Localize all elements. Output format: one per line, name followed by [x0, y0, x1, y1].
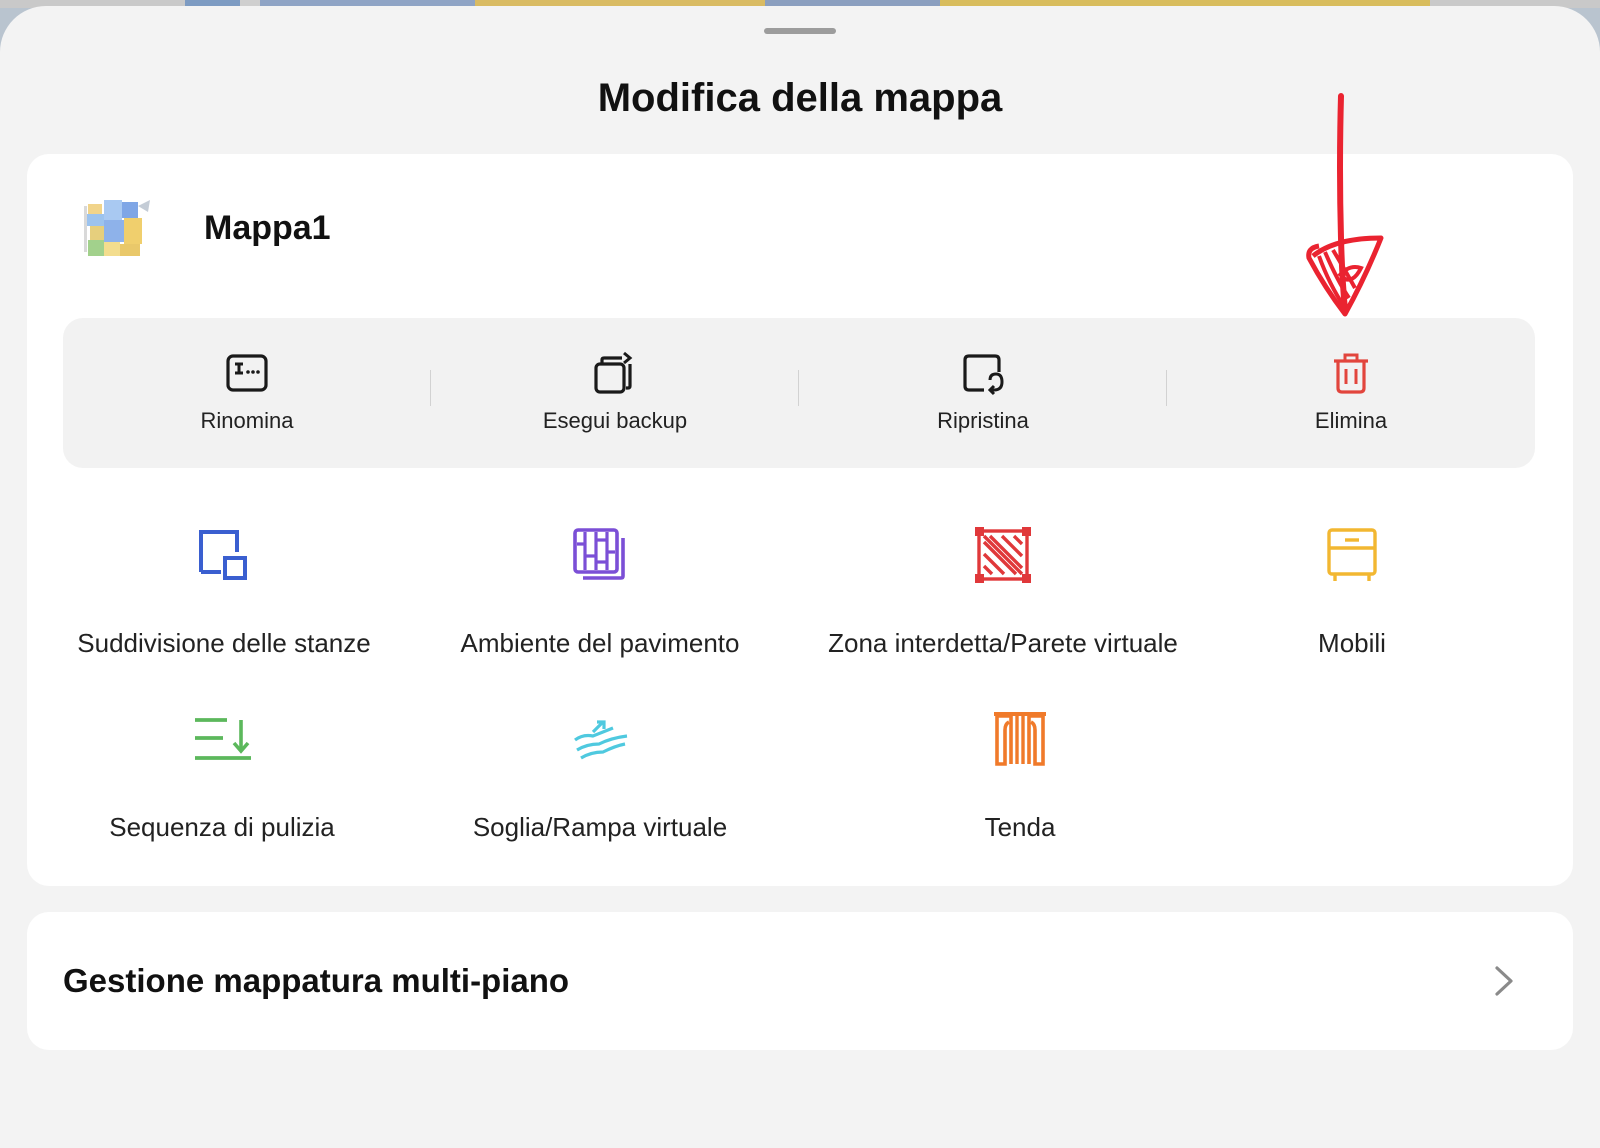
- multi-floor-label: Gestione mappatura multi-piano: [63, 962, 570, 999]
- trash-icon: [1334, 353, 1368, 394]
- delete-label: Elimina: [1314, 408, 1388, 433]
- cleaning-sequence-button[interactable]: Sequenza di pulizia: [29, 710, 415, 843]
- map-actions-bar: Rinomina Esegui backup Ripristina Elimin…: [63, 318, 1535, 468]
- curtain-icon: [994, 712, 1046, 766]
- threshold-ramp-label: Soglia/Rampa virtuale: [472, 812, 728, 842]
- threshold-ramp-icon: [574, 720, 628, 760]
- drag-handle[interactable]: [764, 28, 836, 34]
- furniture-label: Mobili: [1318, 628, 1386, 658]
- threshold-ramp-button[interactable]: Soglia/Rampa virtuale: [407, 710, 793, 843]
- chevron-right-icon: [1495, 966, 1513, 996]
- room-divide-button[interactable]: Suddivisione delle stanze: [31, 526, 417, 659]
- floor-map-thumbnail-icon: [82, 196, 154, 260]
- furniture-button[interactable]: Mobili: [1159, 526, 1545, 659]
- rename-button[interactable]: Rinomina: [63, 318, 431, 468]
- backup-label: Esegui backup: [542, 408, 688, 433]
- map-edit-card: Mappa1 Rinomina Esegui backup Ripristina…: [27, 154, 1573, 886]
- no-go-zone-label: Zona interdetta/Parete virtuale: [828, 628, 1178, 658]
- cleaning-sequence-label: Sequenza di pulizia: [109, 812, 335, 842]
- rename-label: Rinomina: [200, 408, 294, 433]
- curtain-button[interactable]: Tenda: [827, 710, 1213, 843]
- room-divide-icon: [199, 530, 247, 580]
- map-name[interactable]: Mappa1: [204, 209, 331, 248]
- map-header: Mappa1: [82, 196, 331, 260]
- backup-button[interactable]: Esegui backup: [431, 318, 799, 468]
- cleaning-sequence-icon: [195, 718, 251, 760]
- restore-button[interactable]: Ripristina: [799, 318, 1167, 468]
- no-go-zone-button[interactable]: Zona interdetta/Parete virtuale: [793, 526, 1213, 659]
- curtain-label: Tenda: [984, 812, 1056, 842]
- backup-icon: [594, 351, 633, 394]
- floor-material-icon: [573, 528, 625, 580]
- restore-label: Ripristina: [937, 408, 1029, 433]
- delete-button[interactable]: Elimina: [1167, 318, 1535, 468]
- furniture-icon: [1327, 528, 1377, 581]
- floor-material-button[interactable]: Ambiente del pavimento: [407, 526, 793, 659]
- no-go-zone-icon: [975, 527, 1031, 583]
- sheet-title: Modifica della mappa: [597, 76, 1003, 120]
- multi-floor-row[interactable]: Gestione mappatura multi-piano: [27, 912, 1573, 1050]
- floor-material-label: Ambiente del pavimento: [460, 628, 740, 658]
- rename-icon: [226, 354, 268, 392]
- restore-icon: [963, 354, 1004, 396]
- room-divide-label: Suddivisione delle stanze: [77, 628, 371, 658]
